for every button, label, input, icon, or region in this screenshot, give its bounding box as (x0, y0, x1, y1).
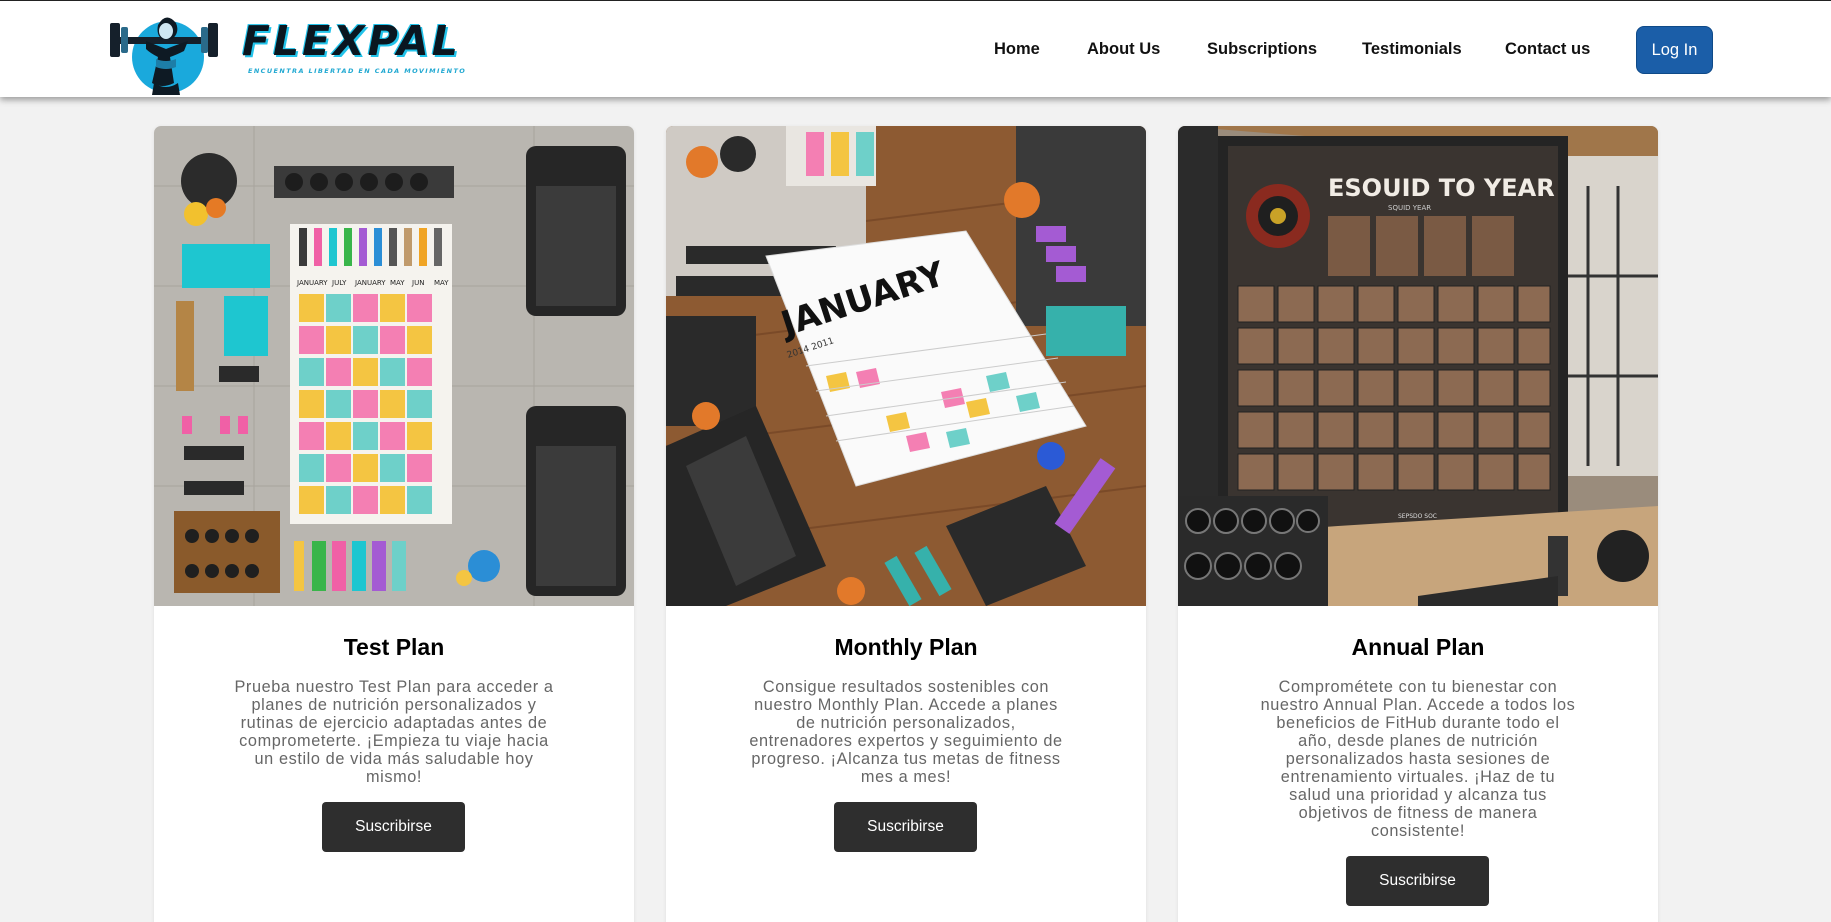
monthly-plan-image: JANUARY 2014 2011 (666, 126, 1146, 606)
nav-about-us[interactable]: About Us (1087, 40, 1160, 59)
poster-month-label: JANUARY (354, 279, 386, 287)
subscribe-button[interactable]: Suscribirse (1346, 856, 1489, 906)
plan-description: Prueba nuestro Test Plan para acceder a … (234, 678, 554, 786)
site-header: FLEXPAL ENCUENTRA LIBERTAD EN CADA MOVIM… (0, 0, 1831, 97)
login-button[interactable]: Log In (1636, 26, 1713, 74)
brand-tagline: ENCUENTRA LIBERTAD EN CADA MOVIMIENTO (248, 67, 467, 75)
poster-month-label: MAY (390, 279, 405, 287)
test-plan-image: JANUARY JULY JANUARY MAY JUN MAY (154, 126, 634, 606)
poster-title: ESOUID TO YEAR (1328, 174, 1555, 202)
subscribe-button[interactable]: Suscribirse (322, 802, 465, 852)
brand-wordmark: FLEXPAL (242, 17, 461, 65)
plan-card-monthly: JANUARY 2014 2011 Monthly Plan Consigue … (666, 126, 1146, 922)
annual-plan-image: ESOUID TO YEAR SQUID YEAR SEPSDO SOC (1178, 126, 1658, 606)
plan-card-test: JANUARY JULY JANUARY MAY JUN MAY Test Pl… (154, 126, 634, 922)
nav-home[interactable]: Home (994, 40, 1040, 59)
poster-month-label: MAY (434, 279, 449, 287)
poster-month-label: JUN (411, 279, 424, 287)
plan-description: Consigue resultados sostenibles con nues… (749, 678, 1063, 786)
nav-subscriptions[interactable]: Subscriptions (1207, 40, 1317, 59)
plan-card-annual: ESOUID TO YEAR SQUID YEAR SEPSDO SOC Ann… (1178, 126, 1658, 922)
subscribe-button[interactable]: Suscribirse (834, 802, 977, 852)
poster-footer: SEPSDO SOC (1398, 513, 1437, 520)
nav-testimonials[interactable]: Testimonials (1362, 40, 1462, 59)
poster-month-label: JULY (331, 279, 347, 287)
poster-month-label: JANUARY (296, 279, 328, 287)
plan-title: Monthly Plan (834, 634, 978, 660)
nav-contact-us[interactable]: Contact us (1505, 40, 1590, 59)
plan-title: Test Plan (343, 634, 445, 660)
plan-description: Comprométete con tu bienestar con nuestr… (1260, 678, 1576, 840)
athlete-with-dumbbell-icon (110, 17, 218, 95)
brand-logo[interactable]: FLEXPAL ENCUENTRA LIBERTAD EN CADA MOVIM… (108, 7, 488, 97)
poster-subtitle: SQUID YEAR (1388, 204, 1431, 212)
plan-title: Annual Plan (1351, 634, 1485, 660)
